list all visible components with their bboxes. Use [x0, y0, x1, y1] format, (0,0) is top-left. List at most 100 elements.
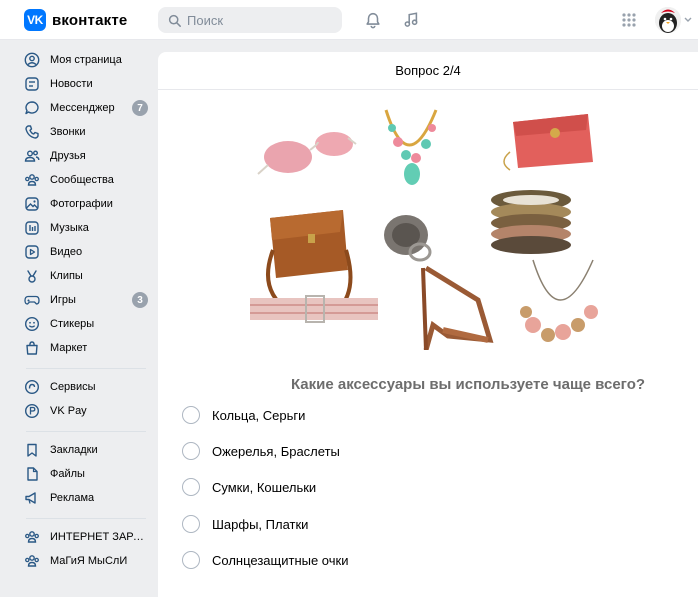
search-input[interactable]: [187, 12, 327, 28]
sandal-illustration: [421, 265, 494, 350]
sidebar-item-music[interactable]: Музыка: [22, 217, 152, 239]
sidebar-item-label: Сообщества: [50, 174, 114, 186]
sidebar-item-label: Новости: [50, 78, 93, 90]
sidebar-item-news[interactable]: Новости: [22, 73, 152, 95]
sidebar-item-calls[interactable]: Звонки: [22, 121, 152, 143]
sidebar-item-photos[interactable]: Фотографии: [22, 193, 152, 215]
quiz-option[interactable]: Сумки, Кошельки: [182, 476, 316, 498]
smile-icon: [22, 314, 42, 334]
radio-button[interactable]: [182, 515, 200, 533]
option-label: Солнцезащитные очки: [212, 552, 349, 568]
market-bag-icon: [22, 338, 42, 358]
top-header: VK вконтакте: [0, 0, 698, 40]
sidebar-divider: [26, 431, 146, 432]
vk-logo-text: вконтакте: [52, 11, 128, 29]
search-icon: [168, 14, 181, 27]
vkpay-icon: [22, 401, 42, 421]
option-label: Сумки, Кошельки: [212, 479, 317, 495]
quiz-option[interactable]: Шарфы, Платки: [182, 513, 308, 535]
accessories-image: [250, 109, 598, 350]
sidebar-item-label: Моя страница: [50, 54, 122, 66]
sidebar-item-games[interactable]: Игры 3: [22, 289, 152, 311]
sidebar-item-label: Видео: [50, 246, 83, 258]
sidebar-item-services[interactable]: Сервисы: [22, 376, 152, 398]
sidebar-divider: [26, 518, 146, 519]
quiz-title: Вопрос 2/4: [158, 52, 698, 90]
bookmark-icon: [22, 440, 42, 460]
sidebar-item-label: Закладки: [50, 444, 98, 456]
floral-necklace-illustration: [520, 259, 598, 342]
sidebar-item-files[interactable]: Файлы: [22, 463, 152, 485]
group-icon: [22, 551, 42, 571]
ring-illustration: [384, 215, 432, 262]
option-label: Ожерелья, Браслеты: [212, 443, 340, 459]
music-icon[interactable]: [400, 9, 422, 31]
friends-icon: [22, 146, 42, 166]
communities-icon: [22, 170, 42, 190]
gamepad-icon: [22, 290, 42, 310]
sunglasses-illustration: [257, 132, 357, 175]
vk-logo[interactable]: VK вконтакте: [24, 9, 127, 31]
sidebar-item-label: ИНТЕРНЕТ ЗАРАБ...: [50, 531, 146, 543]
sidebar-item-messenger[interactable]: Мессенджер 7: [22, 97, 152, 119]
sidebar-item-label: Клипы: [50, 270, 83, 282]
sidebar-divider: [26, 368, 146, 369]
unread-count-badge: 7: [132, 100, 148, 116]
sidebar-item-label: Музыка: [50, 222, 89, 234]
bangles-illustration: [491, 190, 571, 254]
vk-logo-mark: VK: [24, 9, 46, 31]
megaphone-icon: [22, 488, 42, 508]
sidebar-item-label: Звонки: [50, 126, 86, 138]
quiz-card: Вопрос 2/4 Какие аксессуары вы используе…: [158, 52, 698, 597]
sidebar-item-stickers[interactable]: Стикеры: [22, 313, 152, 335]
sidebar-item-label: Фотографии: [50, 198, 113, 210]
quiz-option[interactable]: Ожерелья, Браслеты: [182, 440, 340, 462]
services-icon: [22, 377, 42, 397]
group-icon: [22, 527, 42, 547]
sidebar-item-label: МаГиЯ МыСлИ: [50, 555, 128, 567]
sidebar-item-communities[interactable]: Сообщества: [22, 169, 152, 191]
apps-grid-icon[interactable]: [618, 9, 640, 31]
newsfeed-icon: [22, 74, 42, 94]
sidebar-item-group-internet[interactable]: ИНТЕРНЕТ ЗАРАБ...: [22, 526, 152, 548]
user-circle-icon: [22, 50, 42, 70]
phone-icon: [22, 122, 42, 142]
sidebar-item-label: Мессенджер: [50, 102, 115, 114]
sidebar-item-group-magic[interactable]: МаГиЯ МыСлИ: [22, 550, 152, 572]
sidebar-item-label: Файлы: [50, 468, 85, 480]
sidebar-item-ads[interactable]: Реклама: [22, 487, 152, 509]
games-count-badge: 3: [132, 292, 148, 308]
radio-button[interactable]: [182, 478, 200, 496]
chevron-down-icon[interactable]: [684, 17, 692, 23]
file-icon: [22, 464, 42, 484]
bell-icon[interactable]: [362, 9, 384, 31]
search-box[interactable]: [158, 7, 342, 33]
clips-icon: [22, 266, 42, 286]
sidebar-item-label: VK Pay: [50, 405, 87, 417]
sidebar-item-label: Игры: [50, 294, 76, 306]
radio-button[interactable]: [182, 551, 200, 569]
user-avatar[interactable]: [655, 7, 681, 33]
sidebar-item-friends[interactable]: Друзья: [22, 145, 152, 167]
option-label: Кольца, Серьги: [212, 407, 306, 423]
option-label: Шарфы, Платки: [212, 516, 309, 532]
radio-button[interactable]: [182, 442, 200, 460]
photo-icon: [22, 194, 42, 214]
clutch-illustration: [503, 114, 593, 171]
quiz-option[interactable]: Солнцезащитные очки: [182, 549, 348, 571]
sidebar-item-label: Стикеры: [50, 318, 95, 330]
sidebar-item-label: Маркет: [50, 342, 88, 354]
belt-illustration: [250, 295, 378, 323]
message-icon: [22, 98, 42, 118]
sidebar-item-vk-pay[interactable]: VK Pay: [22, 400, 152, 422]
sidebar-item-my-page[interactable]: Моя страница: [22, 49, 152, 71]
sidebar-item-label: Реклама: [50, 492, 95, 504]
sidebar-item-video[interactable]: Видео: [22, 241, 152, 263]
quiz-option[interactable]: Кольца, Серьги: [182, 404, 305, 426]
sidebar-item-bookmarks[interactable]: Закладки: [22, 439, 152, 461]
sidebar-item-clips[interactable]: Клипы: [22, 265, 152, 287]
video-icon: [22, 242, 42, 262]
sidebar-item-label: Друзья: [50, 150, 86, 162]
radio-button[interactable]: [182, 406, 200, 424]
sidebar-item-market[interactable]: Маркет: [22, 337, 152, 359]
